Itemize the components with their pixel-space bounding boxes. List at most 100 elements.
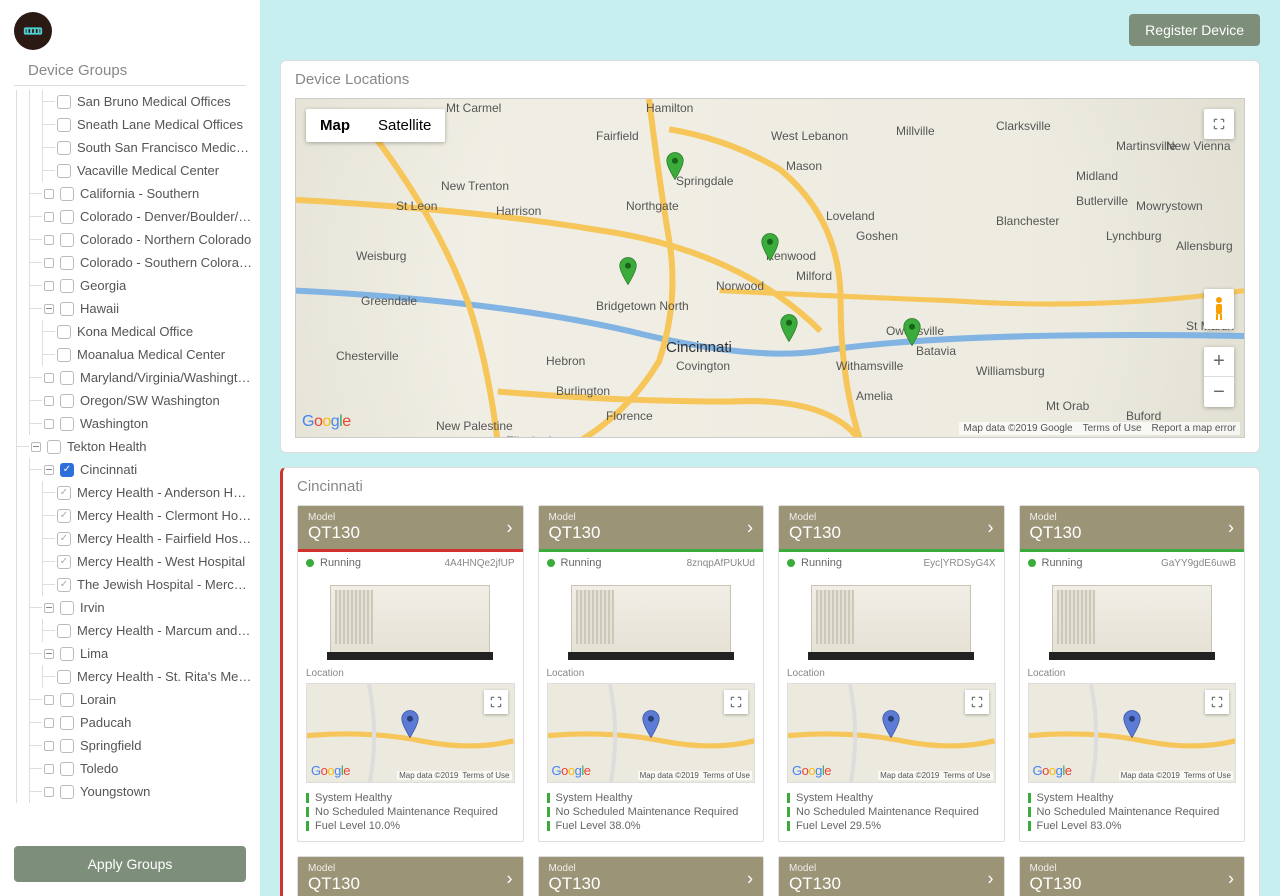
card-header[interactable]: Model QT130 › <box>779 857 1004 896</box>
tree-item[interactable]: Mercy Health - St. Rita's Medi… <box>43 665 252 688</box>
tab-map[interactable]: Map <box>306 109 364 142</box>
chevron-right-icon: › <box>747 868 753 889</box>
chevron-right-icon: › <box>1228 517 1234 538</box>
zoom-out-button[interactable]: − <box>1204 377 1234 407</box>
tree-item[interactable]: California - Southern <box>30 182 252 205</box>
card-header[interactable]: Model QT130 › <box>298 506 523 549</box>
tree-item[interactable]: Mercy Health - Clermont Hosp… <box>43 504 252 527</box>
tree-item[interactable]: The Jewish Hospital - Mercy … <box>43 573 252 596</box>
chevron-right-icon: › <box>988 517 994 538</box>
report-link[interactable]: Report a map error <box>1152 423 1236 434</box>
card-header[interactable]: Model QT130 › <box>539 506 764 549</box>
device-card[interactable]: Model QT130 › <box>297 856 524 896</box>
status-dot <box>547 559 555 567</box>
google-logo: Google <box>792 763 831 778</box>
tree-item[interactable]: San Bruno Medical Offices <box>43 90 252 113</box>
tree-item[interactable]: Mercy Health - Fairfield Hospital <box>43 527 252 550</box>
tree-item-lima[interactable]: Lima <box>30 642 252 665</box>
tree-item[interactable]: Mercy Health - West Hospital <box>43 550 252 573</box>
fullscreen-button[interactable] <box>1205 690 1229 714</box>
status-dot <box>1028 559 1036 567</box>
google-logo: Google <box>552 763 591 778</box>
tree-item[interactable]: Washington <box>30 412 252 435</box>
sidebar-title: Device Groups <box>14 54 246 86</box>
google-logo: Google <box>311 763 350 778</box>
generator-image <box>298 574 523 666</box>
sidebar: Device Groups San Bruno Medical OfficesS… <box>0 0 260 896</box>
device-card[interactable]: Model QT130 › RunningEyc|YRDSyG4X Locati… <box>778 505 1005 842</box>
generator-image <box>1020 574 1245 666</box>
mini-map[interactable]: Google Map data ©2019Terms of Use <box>1028 683 1237 783</box>
chevron-right-icon: › <box>1228 868 1234 889</box>
tree-item[interactable]: Paducah <box>30 711 252 734</box>
tree-item[interactable]: Colorado - Southern Colorado <box>30 251 252 274</box>
device-card[interactable]: Model QT130 › <box>778 856 1005 896</box>
apply-groups-button[interactable]: Apply Groups <box>14 846 246 882</box>
device-card[interactable]: Model QT130 › Running4A4HNQe2jfUP Locati… <box>297 505 524 842</box>
group-panel: Cincinnati Model QT130 › Running4A4HNQe2… <box>280 467 1260 896</box>
main-map[interactable]: Cincinnati HamiltonFairfieldSpringdaleNo… <box>295 98 1245 438</box>
tab-satellite[interactable]: Satellite <box>364 109 445 142</box>
tree-item-tekton[interactable]: Tekton Health <box>17 435 252 458</box>
map-attribution: Map data ©2019 Google Terms of Use Repor… <box>959 422 1240 435</box>
google-logo: Google <box>302 413 351 431</box>
mini-map[interactable]: Google Map data ©2019Terms of Use <box>306 683 515 783</box>
group-title: Cincinnati <box>297 478 1245 495</box>
mini-map[interactable]: Google Map data ©2019Terms of Use <box>547 683 756 783</box>
card-header[interactable]: Model QT130 › <box>1020 506 1245 549</box>
tree-item[interactable]: Colorado - Northern Colorado <box>30 228 252 251</box>
device-group-tree[interactable]: San Bruno Medical OfficesSneath Lane Med… <box>0 86 260 838</box>
tree-item[interactable]: Oregon/SW Washington <box>30 389 252 412</box>
chevron-right-icon: › <box>507 868 513 889</box>
card-header[interactable]: Model QT130 › <box>298 857 523 896</box>
tree-item[interactable]: Mercy Health - Marcum and … <box>43 619 252 642</box>
logo[interactable] <box>0 0 260 54</box>
status-dot <box>787 559 795 567</box>
tree-item[interactable]: Vacaville Medical Center <box>43 159 252 182</box>
fullscreen-button[interactable] <box>965 690 989 714</box>
zoom-control[interactable]: +− <box>1204 347 1234 407</box>
status-dot <box>306 559 314 567</box>
device-card[interactable]: Model QT130 › Running8znqpAfPUkUd Locati… <box>538 505 765 842</box>
tree-item-irvin[interactable]: Irvin <box>30 596 252 619</box>
tree-item[interactable]: Toledo <box>30 757 252 780</box>
fullscreen-button[interactable] <box>484 690 508 714</box>
tree-item[interactable]: Mercy Health - Anderson Hos… <box>43 481 252 504</box>
map-city-label: Cincinnati <box>666 339 732 356</box>
tree-item[interactable]: Lorain <box>30 688 252 711</box>
tree-item-cincinnati[interactable]: Cincinnati <box>30 458 252 481</box>
card-header[interactable]: Model QT130 › <box>1020 857 1245 896</box>
device-card[interactable]: Model QT130 › RunningGaYY9gdE6uwB Locati… <box>1019 505 1246 842</box>
card-header[interactable]: Model QT130 › <box>779 506 1004 549</box>
generator-image <box>539 574 764 666</box>
terms-link[interactable]: Terms of Use <box>1083 423 1142 434</box>
fullscreen-button[interactable] <box>1204 109 1234 139</box>
generator-image <box>779 574 1004 666</box>
device-card[interactable]: Model QT130 › <box>1019 856 1246 896</box>
tree-item[interactable]: Kona Medical Office <box>43 320 252 343</box>
map-type-toggle[interactable]: Map Satellite <box>306 109 445 142</box>
card-header[interactable]: Model QT130 › <box>539 857 764 896</box>
device-card[interactable]: Model QT130 › <box>538 856 765 896</box>
tree-item[interactable]: Maryland/Virginia/Washington D.C. <box>30 366 252 389</box>
tree-item[interactable]: South San Francisco Medical … <box>43 136 252 159</box>
google-logo: Google <box>1033 763 1072 778</box>
tree-item[interactable]: Springfield <box>30 734 252 757</box>
fullscreen-button[interactable] <box>724 690 748 714</box>
mini-map[interactable]: Google Map data ©2019Terms of Use <box>787 683 996 783</box>
chevron-right-icon: › <box>988 868 994 889</box>
register-device-button[interactable]: Register Device <box>1129 14 1260 46</box>
tree-item[interactable]: Moanalua Medical Center <box>43 343 252 366</box>
pegman-icon[interactable] <box>1204 289 1234 329</box>
tree-item[interactable]: Colorado - Denver/Boulder/Mou… <box>30 205 252 228</box>
tree-item-hawaii[interactable]: Hawaii <box>30 297 252 320</box>
tree-item[interactable]: Georgia <box>30 274 252 297</box>
main: Register Device Device Locations Cincinn… <box>260 0 1280 896</box>
chevron-right-icon: › <box>747 517 753 538</box>
chevron-right-icon: › <box>507 517 513 538</box>
panel-title: Device Locations <box>295 71 1245 88</box>
tree-item[interactable]: Sneath Lane Medical Offices <box>43 113 252 136</box>
tree-item[interactable]: Youngstown <box>30 780 252 803</box>
device-locations-panel: Device Locations Cincinnati HamiltonFair… <box>280 60 1260 453</box>
zoom-in-button[interactable]: + <box>1204 347 1234 377</box>
